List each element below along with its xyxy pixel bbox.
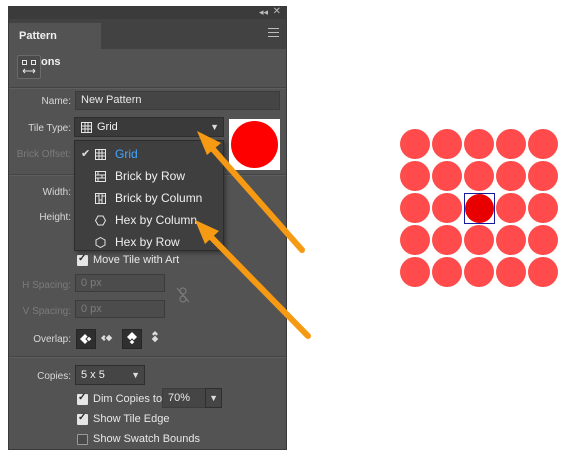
pattern-circle-copy [496,129,526,159]
overlap-bottom-in-front-button[interactable] [146,329,166,349]
pattern-circle-copy [432,161,462,191]
pattern-circle-copy [432,193,462,223]
height-label: Height: [39,212,71,223]
pattern-circle-copy [528,257,558,287]
pattern-circle-copy [400,193,430,223]
menu-item-brick-by-row[interactable]: Brick by Row [75,165,223,187]
dim-copies-checkbox[interactable] [77,392,88,405]
pattern-circle-copy [496,257,526,287]
chevron-down-icon: ▼ [131,370,140,380]
menu-item-label: Hex by Row [115,235,180,249]
h-spacing-label: H Spacing: [22,280,71,291]
copies-select[interactable]: 5 x 5 ▼ [75,365,145,385]
pattern-artboard [400,129,562,291]
name-label: Name: [41,96,71,107]
collapse-panel-icon[interactable]: ◂◂ [259,7,268,18]
menu-item-brick-by-column[interactable]: Brick by Column [75,187,223,209]
brick-offset-label: Brick Offset: [16,149,71,160]
checkmark-icon: ✔ [81,148,91,160]
pattern-circle-copy [464,129,494,159]
pattern-circle-copy [400,129,430,159]
show-tile-edge-label: Show Tile Edge [93,413,170,425]
pattern-tile-tool-icon [22,60,36,74]
pattern-circle-copy [464,225,494,255]
pattern-circle-copy [496,225,526,255]
brick-row-icon [95,171,106,182]
tile-type-select[interactable]: Grid ▼ [74,117,224,137]
copies-label: Copies: [37,371,71,382]
overlap-bottom-icon [150,331,160,344]
overlap-right-in-front-button[interactable] [98,329,118,349]
pattern-circle-copy [464,257,494,287]
pattern-tile-original[interactable] [464,193,495,224]
grid-icon [95,149,106,160]
menu-item-label: Hex by Column [115,213,198,227]
section-divider [9,356,286,358]
swatch-preview-circle [231,121,278,168]
section-divider [9,87,286,89]
menu-item-label: Brick by Column [115,191,203,205]
width-label: Width: [42,187,71,198]
pattern-circle-copy [400,225,430,255]
pattern-circle-original[interactable] [465,194,494,223]
pattern-circle-copy [432,257,462,287]
menu-item-hex-by-column[interactable]: Hex by Column [75,209,223,231]
name-input[interactable]: New Pattern [75,91,280,110]
pattern-circle-copy [528,161,558,191]
pattern-circle-copy [400,161,430,191]
tile-type-label: Tile Type: [28,123,71,134]
overlap-left-in-front-button[interactable] [76,329,96,349]
pattern-circle-copy [432,225,462,255]
pattern-circle-copy [432,129,462,159]
overlap-right-icon [101,333,114,343]
menu-item-label: Brick by Row [115,169,186,183]
chevron-down-icon: ▼ [209,393,218,403]
pattern-circle-copy [528,129,558,159]
tile-type-value: Grid [97,121,118,133]
pattern-circle-copy [496,193,526,223]
pattern-circle-copy [400,257,430,287]
copies-value: 5 x 5 [81,369,105,381]
menu-item-grid[interactable]: ✔ Grid [75,143,223,165]
swatch-preview [229,119,280,170]
panel-title-bar: ◂◂ ✕ [9,6,286,19]
pattern-circle-copy [528,193,558,223]
pattern-options-panel: ◂◂ ✕ Pattern Options Name: New Pattern T… [8,6,287,450]
chevron-down-icon: ▼ [210,122,219,132]
hamburger-icon[interactable] [268,28,279,40]
show-swatch-bounds-checkbox[interactable] [77,434,88,445]
move-tile-label: Move Tile with Art [93,254,180,266]
grid-icon [81,122,92,133]
pattern-circle-copy [464,161,494,191]
move-tile-checkbox[interactable] [77,253,88,266]
link-spacing-icon[interactable] [176,287,190,303]
v-spacing-label: V Spacing: [22,306,71,317]
menu-item-hex-by-row[interactable]: Hex by Row [75,231,223,253]
brick-column-icon [95,193,106,204]
dim-copies-label: Dim Copies to: [93,393,166,405]
pattern-circle-copy [496,161,526,191]
hex-column-icon [95,215,106,226]
tab-pattern-options[interactable]: Pattern Options [9,23,101,68]
overlap-label: Overlap: [33,334,71,345]
show-swatch-bounds-label: Show Swatch Bounds [93,433,201,445]
tile-type-menu: ✔ Grid Brick by Row Brick by Column Hex … [74,140,224,251]
menu-item-label: Grid [115,147,138,161]
pattern-circle-copy [528,225,558,255]
overlap-top-in-front-button[interactable] [122,329,142,349]
hex-row-icon [95,237,106,248]
overlap-top-icon [127,332,137,346]
close-panel-icon[interactable]: ✕ [273,6,281,17]
v-spacing-input[interactable]: 0 px [75,300,165,318]
overlap-left-icon [80,334,93,344]
panel-tab-row: Pattern Options [9,19,286,68]
show-tile-edge-checkbox[interactable] [77,412,88,425]
h-spacing-input[interactable]: 0 px [75,274,165,292]
pattern-tile-tool-button[interactable] [17,55,41,79]
dim-copies-dropdown[interactable]: ▼ [205,388,222,408]
